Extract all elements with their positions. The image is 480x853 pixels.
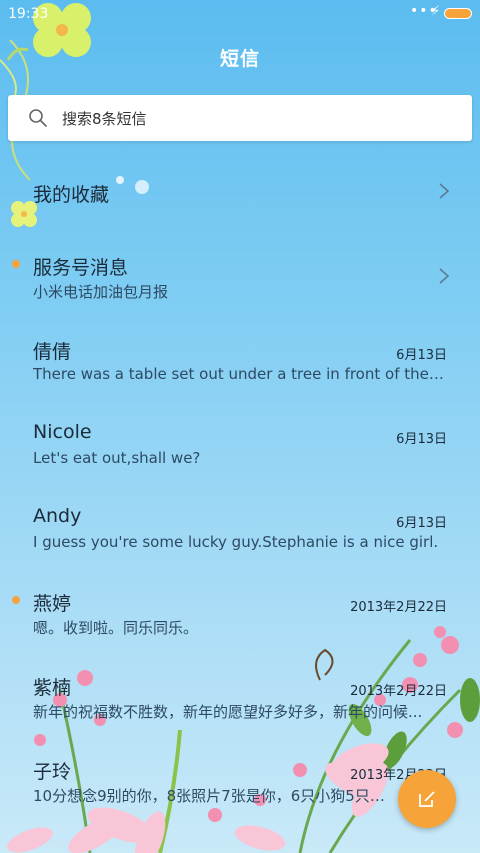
conversation-name: 服务号消息 [33, 257, 129, 279]
battery-icon [444, 8, 472, 19]
favorites-row[interactable]: 我的收藏 [0, 150, 480, 234]
conversation-name: Nicole [33, 421, 92, 443]
conversation-preview: 10分想念9别的你，8张照片7张是你，6只小狗5只像你... [33, 787, 393, 805]
conversation-preview: There was a table set out under a tree i… [33, 365, 447, 383]
conversation-date: 2013年2月22日 [350, 600, 447, 615]
conversation-row[interactable]: 倩倩 6月13日 There was a table set out under… [0, 318, 480, 402]
service-messages-row[interactable]: 服务号消息 小米电话加油包月报 [0, 234, 480, 318]
conversation-preview: 嗯。收到啦。同乐同乐。 [33, 619, 199, 637]
conversation-preview: 小米电话加油包月报 [33, 283, 169, 301]
compose-button[interactable] [398, 770, 456, 828]
search-icon [29, 109, 47, 127]
page-title: 短信 [219, 48, 260, 70]
status-time: 19:33 [8, 6, 49, 22]
conversation-row[interactable]: 燕婷 2013年2月22日 嗯。收到啦。同乐同乐。 [0, 570, 480, 654]
charging-icon: ⚡ [431, 4, 441, 19]
search-bar[interactable]: 搜索8条短信 [8, 95, 472, 141]
conversation-name: 我的收藏 [33, 184, 110, 206]
conversation-preview: Let's eat out,shall we? [33, 449, 201, 467]
conversation-row[interactable]: 紫楠 2013年2月22日 新年的祝福数不胜数，新年的愿望好多好多，新年的问候.… [0, 654, 480, 738]
chevron-right-icon [439, 183, 450, 199]
conversation-name: Andy [33, 505, 82, 527]
compose-icon [419, 791, 435, 807]
conversation-row[interactable]: Andy 6月13日 I guess you're some lucky guy… [0, 486, 480, 570]
unread-dot [12, 596, 20, 604]
conversation-row[interactable]: Nicole 6月13日 Let's eat out,shall we? [0, 402, 480, 486]
conversation-date: 6月13日 [396, 348, 447, 363]
conversation-preview: 新年的祝福数不胜数，新年的愿望好多好多，新年的问候... [33, 703, 423, 721]
conversation-name: 子玲 [33, 761, 72, 783]
search-placeholder: 搜索8条短信 [62, 110, 147, 128]
conversation-date: 6月13日 [396, 432, 447, 447]
conversation-name: 燕婷 [33, 593, 72, 615]
status-bar: 19:33 ••• ⚡ [0, 0, 480, 28]
conversation-date: 6月13日 [396, 516, 447, 531]
chevron-right-icon [439, 268, 450, 284]
conversation-name: 紫楠 [33, 677, 72, 699]
unread-dot [12, 260, 20, 268]
conversation-name: 倩倩 [33, 341, 72, 363]
conversation-date: 2013年2月22日 [350, 684, 447, 699]
conversation-preview: I guess you're some lucky guy.Stephanie … [33, 533, 439, 551]
